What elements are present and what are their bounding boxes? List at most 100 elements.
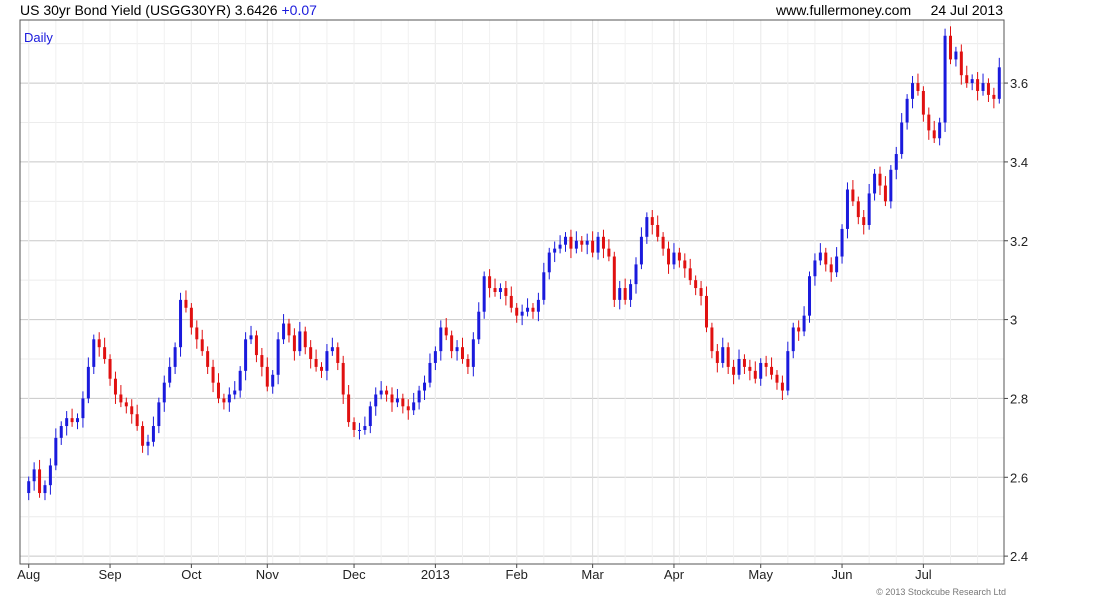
- candle: [721, 337, 725, 368]
- candle: [645, 212, 649, 244]
- candle-body: [244, 339, 248, 371]
- candle-body: [54, 437, 58, 466]
- candle-body: [569, 236, 573, 249]
- candle-body: [303, 331, 307, 348]
- candle-body: [585, 240, 589, 245]
- candle: [298, 321, 302, 356]
- candle-body: [824, 252, 828, 265]
- candle: [786, 341, 790, 396]
- candle: [233, 381, 237, 400]
- y-tick-label: 3.4: [1010, 155, 1028, 170]
- candle: [948, 26, 952, 65]
- candle: [244, 332, 248, 381]
- candle-body: [645, 217, 649, 237]
- candle: [629, 279, 633, 307]
- candle-body: [135, 414, 139, 427]
- candle-body: [417, 390, 421, 403]
- candle-body: [292, 335, 296, 352]
- candle-body: [775, 374, 779, 383]
- candle: [753, 361, 757, 384]
- candle: [976, 72, 980, 101]
- candle: [867, 183, 871, 230]
- candle-body: [840, 228, 844, 257]
- candle: [498, 283, 502, 300]
- candle-body: [981, 83, 985, 91]
- candle-body: [385, 390, 389, 395]
- candle-body: [900, 122, 904, 155]
- candle-body: [992, 94, 996, 99]
- candle: [260, 347, 264, 377]
- candle: [336, 342, 340, 371]
- candle-body: [574, 240, 578, 249]
- candle-body: [683, 260, 687, 269]
- x-tick-label: Feb: [506, 567, 528, 582]
- candle: [92, 334, 96, 374]
- candle: [667, 241, 671, 274]
- candle-body: [352, 422, 356, 430]
- candle-body: [813, 260, 817, 277]
- candle-body: [401, 398, 405, 407]
- candle: [287, 318, 291, 343]
- x-tick-label: Aug: [17, 567, 40, 582]
- candlestick-chart: 2.4 2.6 2.8 3 3.2 3.4 3.6 Aug Sep Oct Nov Dec 2013 Fe…: [17, 19, 1028, 582]
- candle: [439, 320, 443, 361]
- candle: [932, 120, 936, 143]
- candle: [905, 94, 909, 130]
- candle: [189, 303, 193, 335]
- candle: [943, 28, 947, 132]
- candle-body: [558, 244, 562, 249]
- candle: [48, 458, 52, 495]
- candle-body: [515, 307, 519, 316]
- candle: [206, 346, 210, 374]
- candle-body: [564, 236, 568, 245]
- candle: [591, 231, 595, 258]
- candle-body: [211, 366, 215, 383]
- candle-body: [737, 359, 741, 375]
- candle-body: [965, 75, 969, 84]
- candle: [650, 210, 654, 235]
- candle-body: [704, 295, 708, 328]
- candle-body: [433, 351, 437, 363]
- candle: [113, 371, 117, 404]
- candle-body: [48, 465, 52, 486]
- candle: [357, 422, 361, 440]
- candle-body: [883, 185, 887, 202]
- candle-body: [986, 83, 990, 95]
- candle: [569, 229, 573, 259]
- candle-body: [320, 366, 324, 371]
- y-tick-label: 3.6: [1010, 76, 1028, 91]
- candle-body: [504, 288, 508, 296]
- candle: [683, 253, 687, 278]
- candle: [27, 476, 31, 501]
- candle: [303, 326, 307, 355]
- candle: [688, 258, 692, 285]
- candle-body: [287, 323, 291, 336]
- candle: [862, 210, 866, 235]
- plot-frame: [19, 19, 1005, 565]
- candle-body: [357, 429, 361, 431]
- candle-body: [92, 339, 96, 367]
- candle: [466, 354, 470, 374]
- candle: [363, 416, 367, 435]
- candle-body: [330, 347, 334, 352]
- x-tick-label: Jul: [915, 567, 932, 582]
- x-tick-label: 2013: [421, 567, 450, 582]
- candle-body: [905, 98, 909, 123]
- candle-body: [27, 481, 31, 494]
- candle-body: [216, 382, 220, 399]
- candle: [450, 330, 454, 359]
- candle: [390, 387, 394, 412]
- candle-body: [753, 370, 757, 379]
- candle-body: [770, 366, 774, 375]
- candle: [547, 247, 551, 280]
- candle: [797, 320, 801, 341]
- candle-body: [596, 236, 600, 253]
- candle-body: [802, 315, 806, 332]
- candle: [959, 44, 963, 85]
- candle: [802, 306, 806, 337]
- candles: [27, 26, 1001, 501]
- candle: [878, 166, 882, 196]
- candle: [352, 417, 356, 438]
- x-tick-label: Jun: [832, 567, 853, 582]
- candle-body: [780, 382, 784, 391]
